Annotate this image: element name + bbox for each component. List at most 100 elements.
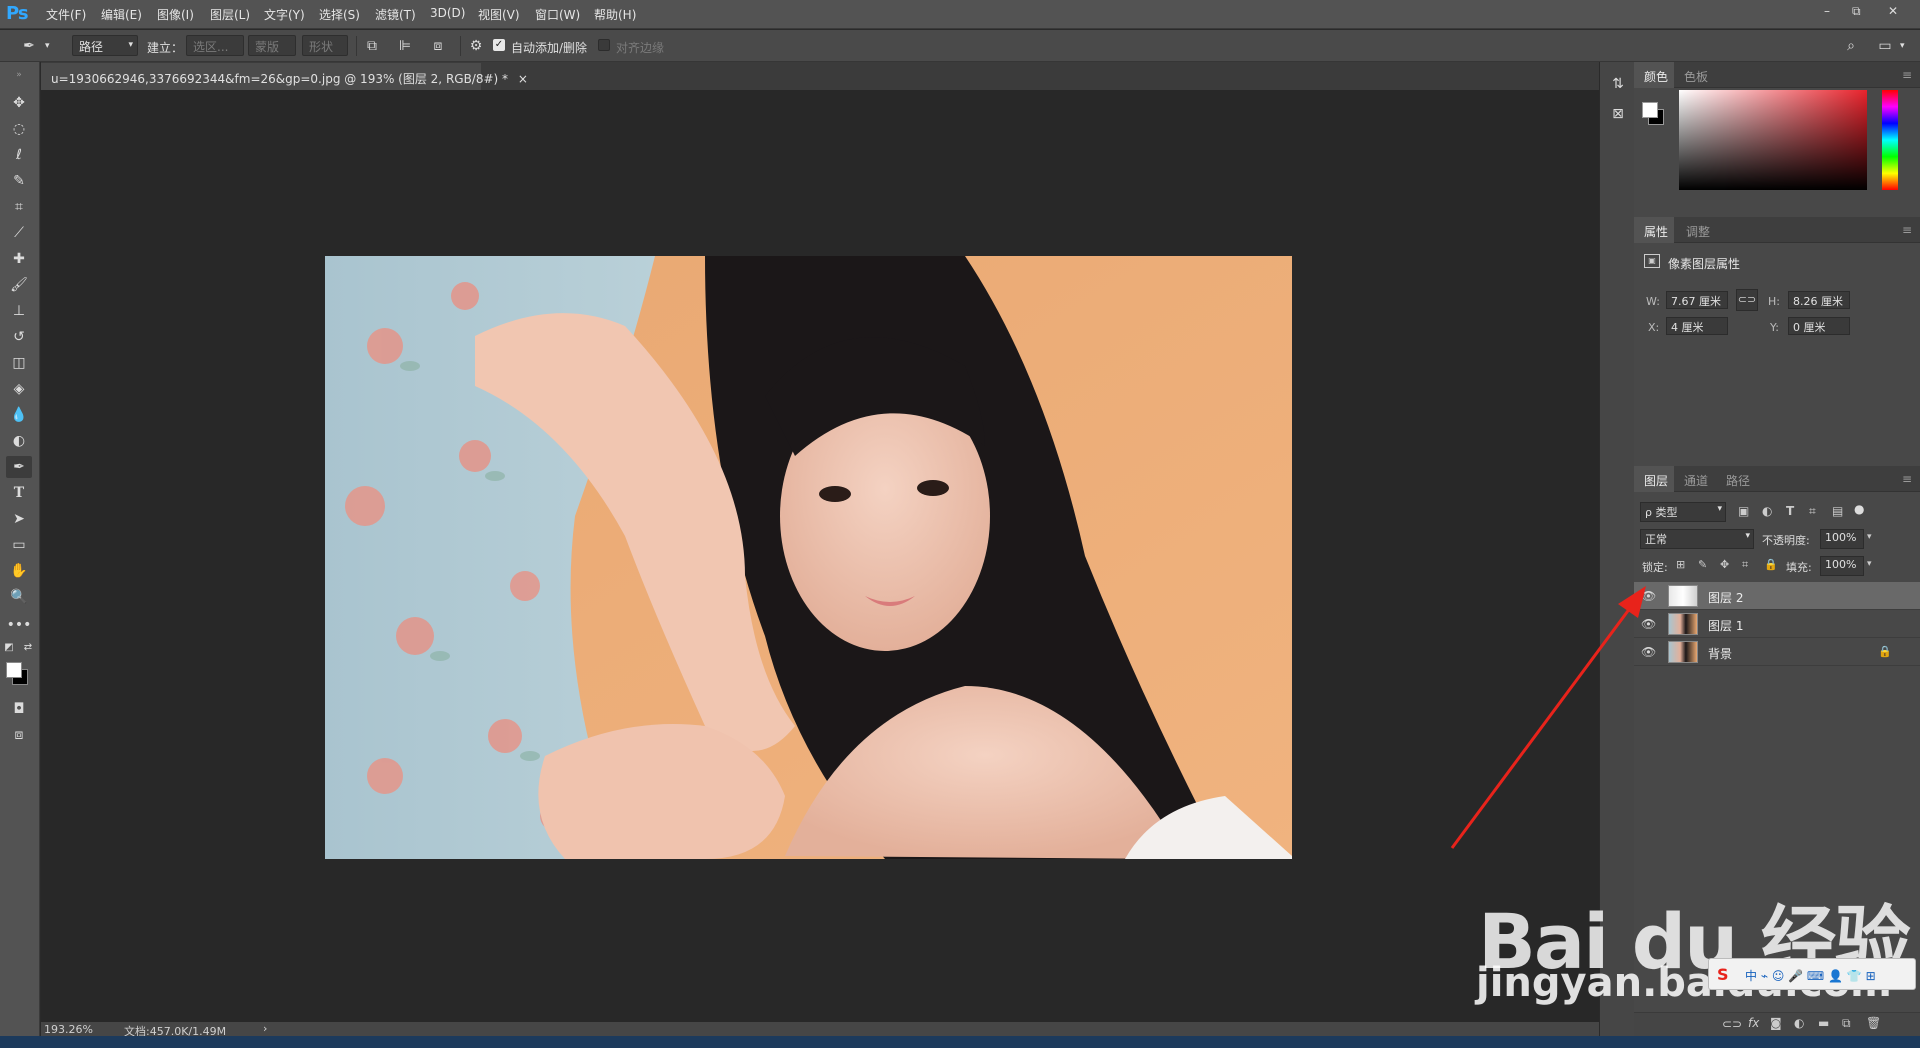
tab-channels[interactable]: 通道 <box>1684 472 1708 489</box>
rectangle-tool-icon[interactable]: ▭ <box>6 534 32 556</box>
quick-mask-icon[interactable]: ◘ <box>6 698 32 720</box>
workspace-icon[interactable]: ▭ <box>1876 37 1894 55</box>
menu-image[interactable]: 图像(I) <box>157 6 194 23</box>
path-alignment-icon[interactable]: ⊫ <box>396 37 414 55</box>
document-tab[interactable]: u=1930662946,3376692344&fm=26&gp=0.jpg @… <box>41 63 528 90</box>
layer-filter-select[interactable]: ρ 类型 ▾ <box>1640 502 1726 522</box>
chevron-down-icon[interactable]: ▾ <box>1867 559 1872 569</box>
crop-tool-icon[interactable]: ⌗ <box>6 196 32 218</box>
minimize-button[interactable]: – <box>1824 4 1830 18</box>
menu-view[interactable]: 视图(V) <box>478 6 520 23</box>
layer-name[interactable]: 图层 1 <box>1708 617 1743 634</box>
hand-tool-icon[interactable]: ✋ <box>6 560 32 582</box>
search-icon[interactable]: ⌕ <box>1842 37 1860 55</box>
filter-type-icon[interactable]: T <box>1786 504 1794 518</box>
auto-add-delete-checkbox[interactable]: ✓ <box>493 39 505 51</box>
menu-select[interactable]: 选择(S) <box>319 6 360 23</box>
menu-edit[interactable]: 编辑(E) <box>101 6 142 23</box>
filter-shape-icon[interactable]: ⌗ <box>1809 504 1816 519</box>
pen-mode-select[interactable]: 路径 ▾ <box>72 35 138 56</box>
swap-colors-icon[interactable]: ⇄ <box>22 637 34 659</box>
panel-menu-icon[interactable]: ≡ <box>1902 68 1912 82</box>
restore-button[interactable]: ⧉ <box>1852 4 1861 19</box>
lock-transparent-icon[interactable]: ⊞ <box>1676 558 1685 571</box>
menu-type[interactable]: 文字(Y) <box>264 6 305 23</box>
filter-pixel-icon[interactable]: ▣ <box>1738 504 1749 518</box>
path-selection-tool-icon[interactable]: ➤ <box>6 508 32 530</box>
eraser-tool-icon[interactable]: ◫ <box>6 352 32 374</box>
opacity-field[interactable]: 100% <box>1820 529 1864 549</box>
lasso-tool-icon[interactable]: ℓ <box>6 144 32 166</box>
layer-row[interactable]: 👁 图层 1 <box>1634 610 1920 638</box>
lock-pixels-icon[interactable]: ✎ <box>1698 558 1707 571</box>
sogou-icon[interactable]: S <box>1717 965 1729 984</box>
tab-properties[interactable]: 属性 <box>1644 223 1668 240</box>
collapse-toolbar-icon[interactable]: » <box>6 64 32 86</box>
eyedropper-tool-icon[interactable]: ⟋ <box>6 222 32 244</box>
hue-slider[interactable] <box>1882 90 1898 190</box>
selection-button[interactable]: 选区... <box>186 35 244 56</box>
menu-3d[interactable]: 3D(D) <box>430 6 465 20</box>
layer-name[interactable]: 图层 2 <box>1708 589 1743 606</box>
blend-mode-select[interactable]: 正常 ▾ <box>1640 529 1754 549</box>
dodge-tool-icon[interactable]: ◐ <box>6 430 32 452</box>
move-tool-icon[interactable]: ✥ <box>6 92 32 114</box>
lock-artboard-icon[interactable]: ⌗ <box>1742 558 1748 572</box>
chevron-down-icon[interactable]: ▾ <box>45 41 50 51</box>
paint-bucket-tool-icon[interactable]: ◈ <box>6 378 32 400</box>
tab-layers[interactable]: 图层 <box>1644 472 1668 489</box>
healing-brush-tool-icon[interactable]: ✚ <box>6 248 32 270</box>
tab-paths[interactable]: 路径 <box>1726 472 1750 489</box>
filter-smart-object-icon[interactable]: ▤ <box>1832 504 1843 518</box>
close-button[interactable]: ✕ <box>1888 4 1898 18</box>
fx-icon[interactable]: fx <box>1748 1016 1759 1030</box>
document-image[interactable] <box>325 256 1292 859</box>
path-operations-icon[interactable]: ⧉ <box>363 37 381 55</box>
zoom-level[interactable]: 193.26% <box>44 1023 93 1036</box>
new-layer-icon[interactable]: ⧉ <box>1842 1016 1851 1031</box>
panel-menu-icon[interactable]: ≡ <box>1902 223 1912 237</box>
lock-all-icon[interactable]: 🔒 <box>1764 558 1778 571</box>
trash-icon[interactable]: 🗑 <box>1866 1016 1881 1030</box>
close-tab-icon[interactable]: × <box>518 72 528 86</box>
lock-position-icon[interactable]: ✥ <box>1720 558 1729 571</box>
quick-select-tool-icon[interactable]: ✎ <box>6 170 32 192</box>
menu-layer[interactable]: 图层(L) <box>210 6 250 23</box>
filter-toggle-icon[interactable]: ● <box>1854 502 1864 516</box>
chevron-down-icon[interactable]: ▾ <box>1867 532 1872 542</box>
zoom-tool-icon[interactable]: 🔍 <box>6 586 32 608</box>
chevron-down-icon[interactable]: ▾ <box>1900 41 1905 51</box>
history-panel-icon[interactable]: ⇅ <box>1608 76 1628 94</box>
layer-name[interactable]: 背景 <box>1708 645 1732 662</box>
filter-adjustment-icon[interactable]: ◐ <box>1762 504 1772 518</box>
color-picker-field[interactable] <box>1679 90 1867 190</box>
ime-tools-icon[interactable]: 中 ⌁ ☺ 🎤 ⌨ 👤 👕 ⊞ <box>1745 967 1876 984</box>
gear-icon[interactable]: ⚙ <box>467 37 485 55</box>
mask-button[interactable]: 蒙版 <box>248 35 296 56</box>
screen-mode-icon[interactable]: ⧈ <box>6 724 32 746</box>
mask-icon[interactable]: ◙ <box>1770 1016 1782 1030</box>
width-field[interactable]: 7.67 厘米 <box>1666 291 1728 309</box>
clone-stamp-tool-icon[interactable]: ⊥ <box>6 300 32 322</box>
foreground-color-swatch[interactable] <box>6 662 22 678</box>
menu-file[interactable]: 文件(F) <box>46 6 86 23</box>
pen-tool-icon[interactable]: ✒ <box>6 456 32 478</box>
link-icon[interactable]: ⊂⊃ <box>1722 1017 1742 1031</box>
height-field[interactable]: 8.26 厘米 <box>1788 291 1850 309</box>
y-field[interactable]: 0 厘米 <box>1788 317 1850 335</box>
brush-tool-icon[interactable]: 🖌 <box>6 274 32 296</box>
marquee-tool-icon[interactable]: ◌ <box>6 118 32 140</box>
x-field[interactable]: 4 厘米 <box>1666 317 1728 335</box>
default-colors-icon[interactable]: ◩ <box>3 637 15 659</box>
folder-icon[interactable]: ▬ <box>1818 1016 1829 1030</box>
adjustment-icon[interactable]: ◐ <box>1794 1016 1804 1030</box>
foreground-color-swatch[interactable] <box>1642 102 1658 118</box>
type-tool-icon[interactable]: T <box>6 482 32 504</box>
menu-filter[interactable]: 滤镜(T) <box>375 6 416 23</box>
panel-menu-icon[interactable]: ≡ <box>1902 472 1912 486</box>
more-tools-icon[interactable]: ••• <box>6 614 32 636</box>
layer-row[interactable]: 👁 图层 2 <box>1634 582 1920 610</box>
tab-adjustments[interactable]: 调整 <box>1686 223 1710 240</box>
history-brush-tool-icon[interactable]: ↺ <box>6 326 32 348</box>
link-dimensions-icon[interactable]: ⊂⊃ <box>1736 289 1758 311</box>
